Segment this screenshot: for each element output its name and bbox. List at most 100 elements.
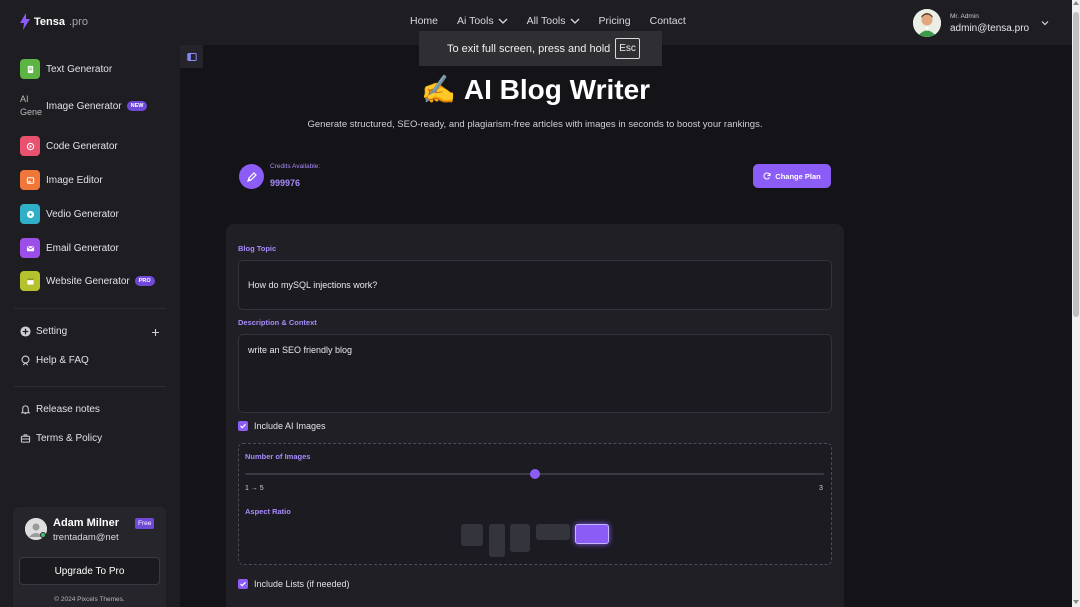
upgrade-button[interactable]: Upgrade To Pro	[19, 557, 160, 585]
credits-value: 999976	[270, 178, 301, 188]
sidebar-panel-icon	[186, 52, 197, 61]
scroll-up-arrow-icon[interactable]	[1073, 1, 1079, 5]
plus-icon[interactable]	[151, 328, 160, 337]
sidebar-item-image-editor[interactable]: Image Editor	[20, 170, 103, 190]
number-of-images-label: Number of Images	[245, 452, 311, 461]
aspect-option-square[interactable]	[461, 524, 483, 546]
include-images-label: Include AI Images	[254, 421, 326, 431]
chevron-down-icon	[570, 18, 579, 24]
include-images-checkbox[interactable]	[238, 421, 248, 431]
sidebar-toggle-button[interactable]	[180, 45, 203, 68]
refresh-icon	[763, 172, 771, 180]
sidebar-item-setting[interactable]: Setting	[20, 326, 67, 337]
aspect-option-landscape-selected[interactable]	[575, 524, 609, 544]
sidebar-item-image-generator[interactable]: AI Gene Image Generator NEW	[20, 93, 148, 119]
gear-icon	[20, 326, 31, 337]
profile-name: Adam Milner	[53, 517, 120, 529]
page-title-text: AI Blog Writer	[463, 73, 651, 105]
user-avatar-icon	[913, 9, 941, 37]
divider	[14, 308, 166, 309]
sidebar-item-website-generator[interactable]: Website Generator PRO	[20, 271, 155, 291]
avatar	[913, 9, 941, 37]
slider-range-text: 1 → 5	[245, 485, 264, 492]
user-menu[interactable]: Mr. Admin admin@tensa.pro	[913, 9, 1029, 37]
sidebar-item-label: Image Generator	[46, 100, 122, 112]
sidebar-item-release-notes[interactable]: Release notes	[20, 404, 100, 415]
new-badge: NEW	[126, 101, 148, 111]
file-text-icon	[20, 59, 40, 79]
sidebar-item-label: Terms & Policy	[36, 433, 103, 444]
nav-contact[interactable]: Contact	[650, 15, 686, 27]
nav-all-tools[interactable]: All Tools	[527, 15, 580, 27]
broken-image-icon: AI Gene	[20, 94, 43, 117]
scroll-down-arrow-icon[interactable]	[1073, 600, 1079, 604]
include-lists-label: Include Lists (if needed)	[254, 579, 350, 589]
sidebar-item-label: Image Editor	[46, 174, 103, 186]
sidebar-item-label: Email Generator	[46, 242, 119, 254]
nav-home[interactable]: Home	[410, 15, 438, 27]
nav-pricing-label: Pricing	[598, 15, 631, 27]
change-plan-button[interactable]: Change Plan	[753, 164, 831, 188]
nav-pricing[interactable]: Pricing	[599, 15, 631, 27]
change-plan-label: Change Plan	[775, 171, 821, 181]
profile-card: Adam Milner Free trentadam@net Upgrade T…	[13, 507, 166, 607]
briefcase-icon	[20, 434, 31, 443]
help-icon	[21, 355, 30, 366]
sidebar-item-terms[interactable]: Terms & Policy	[20, 433, 102, 444]
nav-ai-tools[interactable]: Ai Tools	[457, 15, 508, 27]
esc-key: Esc	[615, 38, 640, 59]
chevron-down-icon	[498, 18, 508, 24]
sidebar-item-label: Code Generator	[46, 140, 118, 152]
pro-badge: PRO	[134, 276, 155, 286]
sidebar-item-label: Setting	[36, 326, 68, 337]
nav-all-tools-label: All Tools	[526, 15, 566, 27]
aspect-option-portrait[interactable]	[510, 524, 530, 552]
credits-label: Credits Available:	[270, 163, 321, 170]
scroll-thumb[interactable]	[1073, 12, 1079, 317]
description-textarea[interactable]: write an SEO friendly blog	[238, 334, 832, 413]
aspect-ratio-label: Aspect Ratio	[245, 507, 291, 516]
page-title: ✍️ AI Blog Writer	[421, 73, 650, 106]
aspect-option-portrait-tall[interactable]	[489, 524, 505, 557]
description-label: Description & Context	[238, 318, 317, 327]
blog-topic-input[interactable]: How do mySQL injections work?	[238, 260, 832, 310]
sidebar-item-help[interactable]: Help & FAQ	[20, 355, 89, 366]
fullscreen-toast: To exit full screen, press and hold Esc	[419, 31, 662, 66]
blog-topic-label: Blog Topic	[238, 244, 277, 253]
check-icon	[240, 581, 246, 587]
images-slider-thumb[interactable]	[529, 469, 540, 479]
sidebar-item-text-generator[interactable]: Text Generator	[20, 59, 112, 79]
nav-home-label: Home	[410, 15, 439, 27]
brand-name: Tensa	[34, 15, 65, 28]
sidebar-item-label: Help & FAQ	[36, 355, 89, 366]
profile-email: trentadam@net	[53, 532, 119, 543]
slider-value: 3	[819, 485, 823, 492]
fullscreen-toast-text: To exit full screen, press and hold	[447, 42, 611, 55]
include-lists-checkbox[interactable]	[238, 579, 248, 589]
chevron-down-icon[interactable]	[1040, 18, 1050, 28]
user-role: Mr. Admin	[950, 12, 979, 20]
nav-ai-tools-label: Ai Tools	[457, 15, 494, 27]
sidebar-item-label: Text Generator	[46, 63, 113, 75]
copyright: © 2024 Pixcels Themes.	[54, 596, 125, 603]
image-edit-icon	[20, 170, 40, 190]
mail-icon	[20, 238, 40, 258]
sidebar-item-video-generator[interactable]: Vedio Generator	[20, 204, 119, 224]
image-options-panel	[238, 443, 832, 565]
online-status-dot	[40, 532, 46, 538]
nav-contact-label: Contact	[649, 15, 686, 27]
code-icon	[20, 136, 40, 156]
website-icon	[20, 271, 40, 291]
brand-logo[interactable]: Tensa .pro	[20, 13, 88, 30]
sidebar-item-label: Vedio Generator	[46, 208, 119, 220]
bolt-icon	[20, 13, 30, 30]
video-icon	[20, 204, 40, 224]
sidebar-item-code-generator[interactable]: Code Generator	[20, 136, 118, 156]
bell-icon	[20, 405, 31, 415]
page-scrollbar[interactable]	[1072, 0, 1080, 607]
aspect-option-wide[interactable]	[536, 524, 570, 540]
page-subtitle: Generate structured, SEO-ready, and plag…	[307, 119, 763, 130]
divider	[14, 386, 166, 387]
sidebar-item-email-generator[interactable]: Email Generator	[20, 238, 119, 258]
main-nav: Home Ai Tools All Tools Pricing Contact	[410, 15, 705, 27]
